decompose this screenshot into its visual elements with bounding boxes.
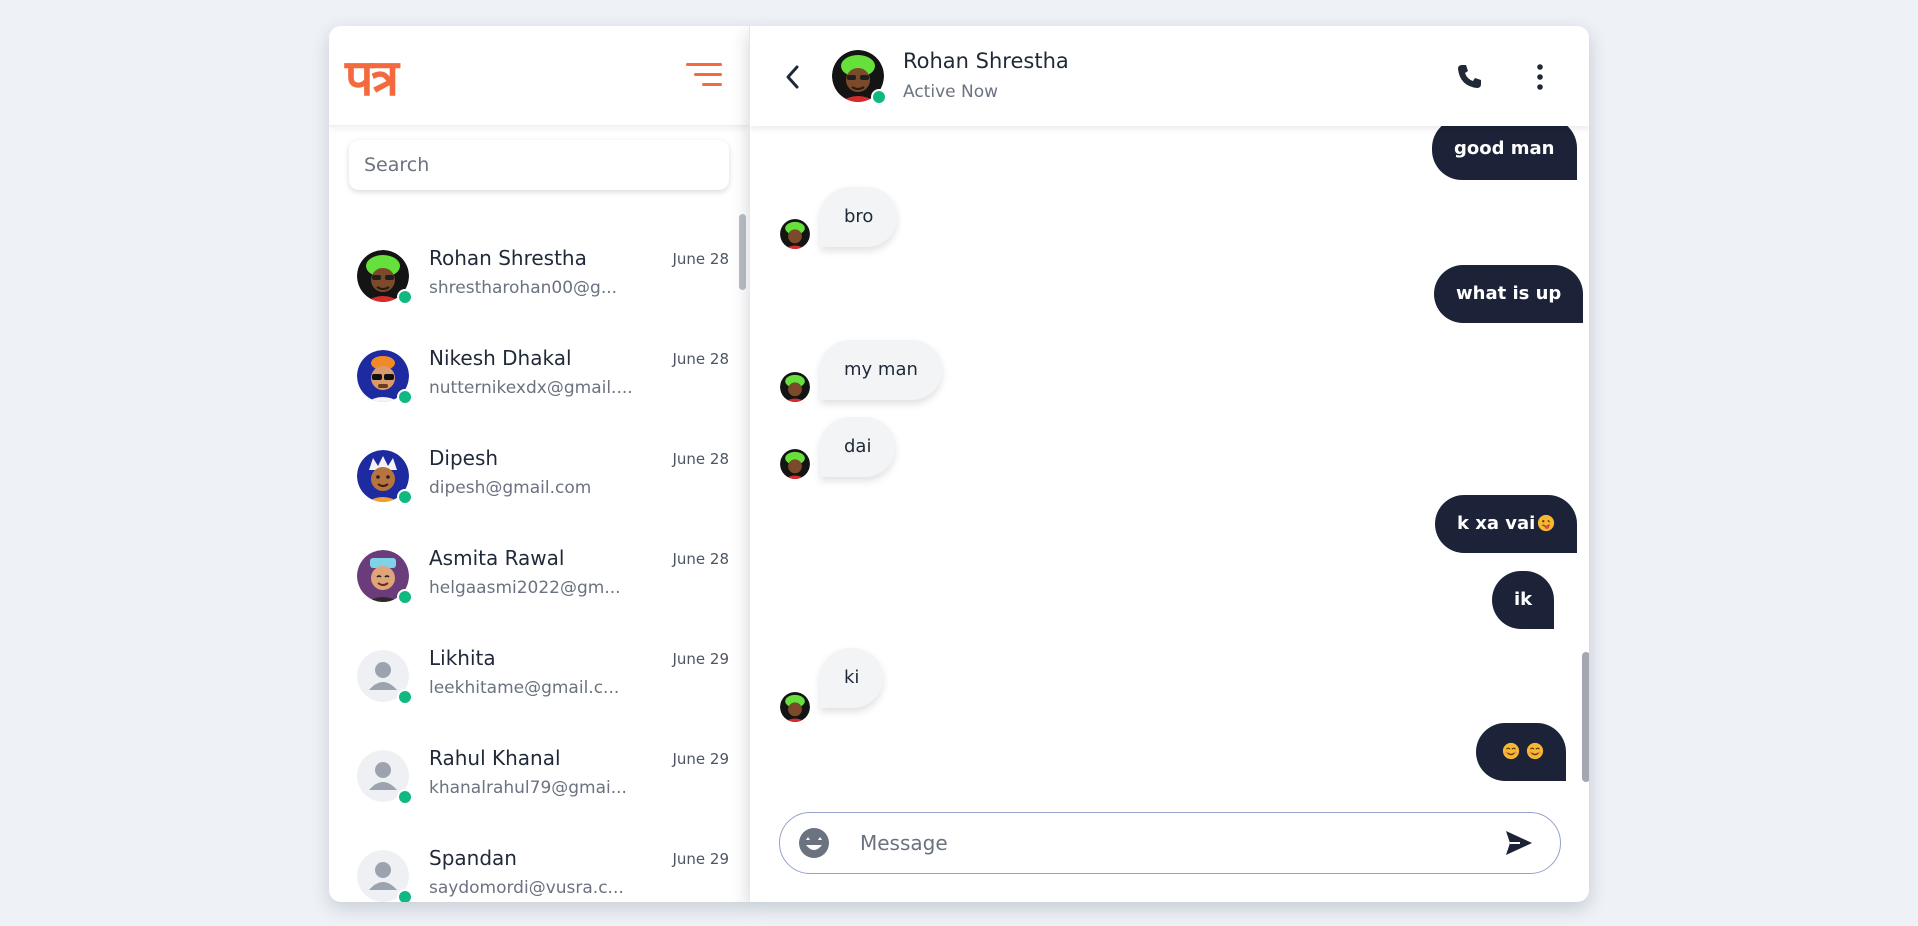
avatar — [357, 450, 413, 505]
contact-item[interactable]: Dipesh dipesh@gmail.com June 28 — [329, 426, 729, 526]
contact-email: nutternikexdx@gmail.... — [429, 378, 633, 398]
outgoing-message: k xa vai — [1435, 495, 1578, 553]
contact-email: helgaasmi2022@gm... — [429, 578, 621, 598]
green-hair-avatar-icon — [780, 219, 810, 249]
tongue-out-emoji-icon — [1538, 514, 1555, 532]
sidebar-header: पत्र — [329, 26, 749, 126]
chat-contact-name: Rohan Shrestha — [903, 49, 1069, 73]
search-input[interactable] — [349, 140, 729, 190]
online-status-dot — [397, 589, 413, 605]
message-composer — [779, 812, 1561, 874]
avatar — [357, 250, 413, 305]
chat-app: पत्र Search Rohan Shrestha shrestharohan… — [329, 26, 1589, 902]
incoming-message: bro — [820, 187, 898, 247]
sender-avatar — [780, 372, 810, 402]
online-status-dot — [397, 889, 413, 902]
green-hair-avatar-icon — [780, 372, 810, 402]
sender-avatar — [780, 219, 810, 249]
contact-date: June 28 — [672, 250, 729, 268]
contact-email: saydomordi@vusra.c... — [429, 878, 624, 898]
contact-date: June 28 — [672, 450, 729, 468]
contact-item[interactable]: Nikesh Dhakal nutternikexdx@gmail.... Ju… — [329, 326, 729, 426]
sender-avatar — [780, 692, 810, 722]
send-icon[interactable] — [1504, 829, 1534, 857]
message-list: good man bro what is up my man dai k xa … — [750, 26, 1589, 902]
contact-name: Rahul Khanal — [429, 746, 561, 770]
chat-contact-status: Active Now — [903, 82, 999, 102]
message-text: k xa vai — [1457, 513, 1536, 534]
contact-name: Rohan Shrestha — [429, 246, 587, 270]
contact-email: khanalrahul79@gmai... — [429, 778, 627, 798]
sidebar: पत्र Search Rohan Shrestha shrestharohan… — [329, 26, 749, 902]
contact-name: Likhita — [429, 646, 496, 670]
online-status-dot — [397, 789, 413, 805]
contact-email: shrestharohan00@g... — [429, 278, 618, 298]
outgoing-message: good man — [1432, 118, 1577, 180]
contact-date: June 29 — [672, 750, 729, 768]
avatar[interactable] — [832, 50, 887, 105]
contact-email: leekhitame@gmail.c... — [429, 678, 620, 698]
contact-name: Dipesh — [429, 446, 499, 470]
incoming-message: ki — [820, 648, 884, 708]
online-status-dot — [397, 289, 413, 305]
message-text: good man — [1454, 138, 1555, 159]
smiling-emoji-icon — [1502, 742, 1520, 760]
message-text: dai — [844, 436, 872, 457]
contact-item[interactable]: Spandan saydomordi@vusra.c... June 29 — [329, 826, 729, 902]
contact-date: June 29 — [672, 850, 729, 868]
back-arrow-icon[interactable] — [780, 62, 806, 92]
sender-avatar — [780, 449, 810, 479]
contact-list: Rohan Shrestha shrestharohan00@g... June… — [329, 226, 749, 902]
outgoing-message: what is up — [1434, 265, 1584, 323]
contact-item[interactable]: Likhita leekhitame@gmail.c... June 29 — [329, 626, 729, 726]
sidebar-scrollbar[interactable] — [739, 214, 746, 290]
contact-item[interactable]: Rohan Shrestha shrestharohan00@g... June… — [329, 226, 729, 326]
contact-item[interactable]: Rahul Khanal khanalrahul79@gmai... June … — [329, 726, 729, 826]
phone-icon[interactable] — [1454, 62, 1484, 92]
chat-header: Rohan Shrestha Active Now — [750, 26, 1589, 126]
avatar — [357, 350, 413, 405]
contact-item[interactable]: Asmita Rawal helgaasmi2022@gm... June 28 — [329, 526, 729, 626]
message-text: ik — [1514, 589, 1533, 610]
online-status-dot — [397, 689, 413, 705]
message-text: my man — [844, 359, 918, 380]
online-status-dot — [397, 389, 413, 405]
smiling-emoji-icon — [1526, 742, 1544, 760]
chat-scrollbar[interactable] — [1582, 652, 1589, 782]
message-text: what is up — [1456, 283, 1562, 304]
search-box — [349, 140, 729, 190]
contact-date: June 29 — [672, 650, 729, 668]
online-status-dot — [397, 489, 413, 505]
chat-panel: good man bro what is up my man dai k xa … — [749, 26, 1589, 902]
outgoing-message: ik — [1492, 571, 1555, 629]
incoming-message: my man — [820, 340, 942, 400]
avatar — [357, 650, 413, 705]
more-options-icon[interactable] — [1532, 62, 1548, 92]
avatar — [357, 850, 413, 902]
contact-name: Asmita Rawal — [429, 546, 565, 570]
avatar — [357, 550, 413, 605]
online-status-dot — [871, 89, 887, 105]
green-hair-avatar-icon — [780, 692, 810, 722]
hamburger-menu-icon[interactable] — [686, 61, 722, 89]
message-text: ki — [844, 667, 860, 688]
message-input[interactable] — [860, 823, 1460, 863]
outgoing-message — [1476, 723, 1566, 781]
contact-name: Nikesh Dhakal — [429, 346, 572, 370]
app-logo: पत्र — [345, 48, 399, 107]
contact-email: dipesh@gmail.com — [429, 478, 592, 498]
contact-date: June 28 — [672, 550, 729, 568]
incoming-message: dai — [820, 417, 896, 477]
contact-name: Spandan — [429, 846, 517, 870]
message-text: bro — [844, 206, 874, 227]
emoji-icon[interactable] — [798, 827, 830, 859]
avatar — [357, 750, 413, 805]
green-hair-avatar-icon — [780, 449, 810, 479]
contact-date: June 28 — [672, 350, 729, 368]
